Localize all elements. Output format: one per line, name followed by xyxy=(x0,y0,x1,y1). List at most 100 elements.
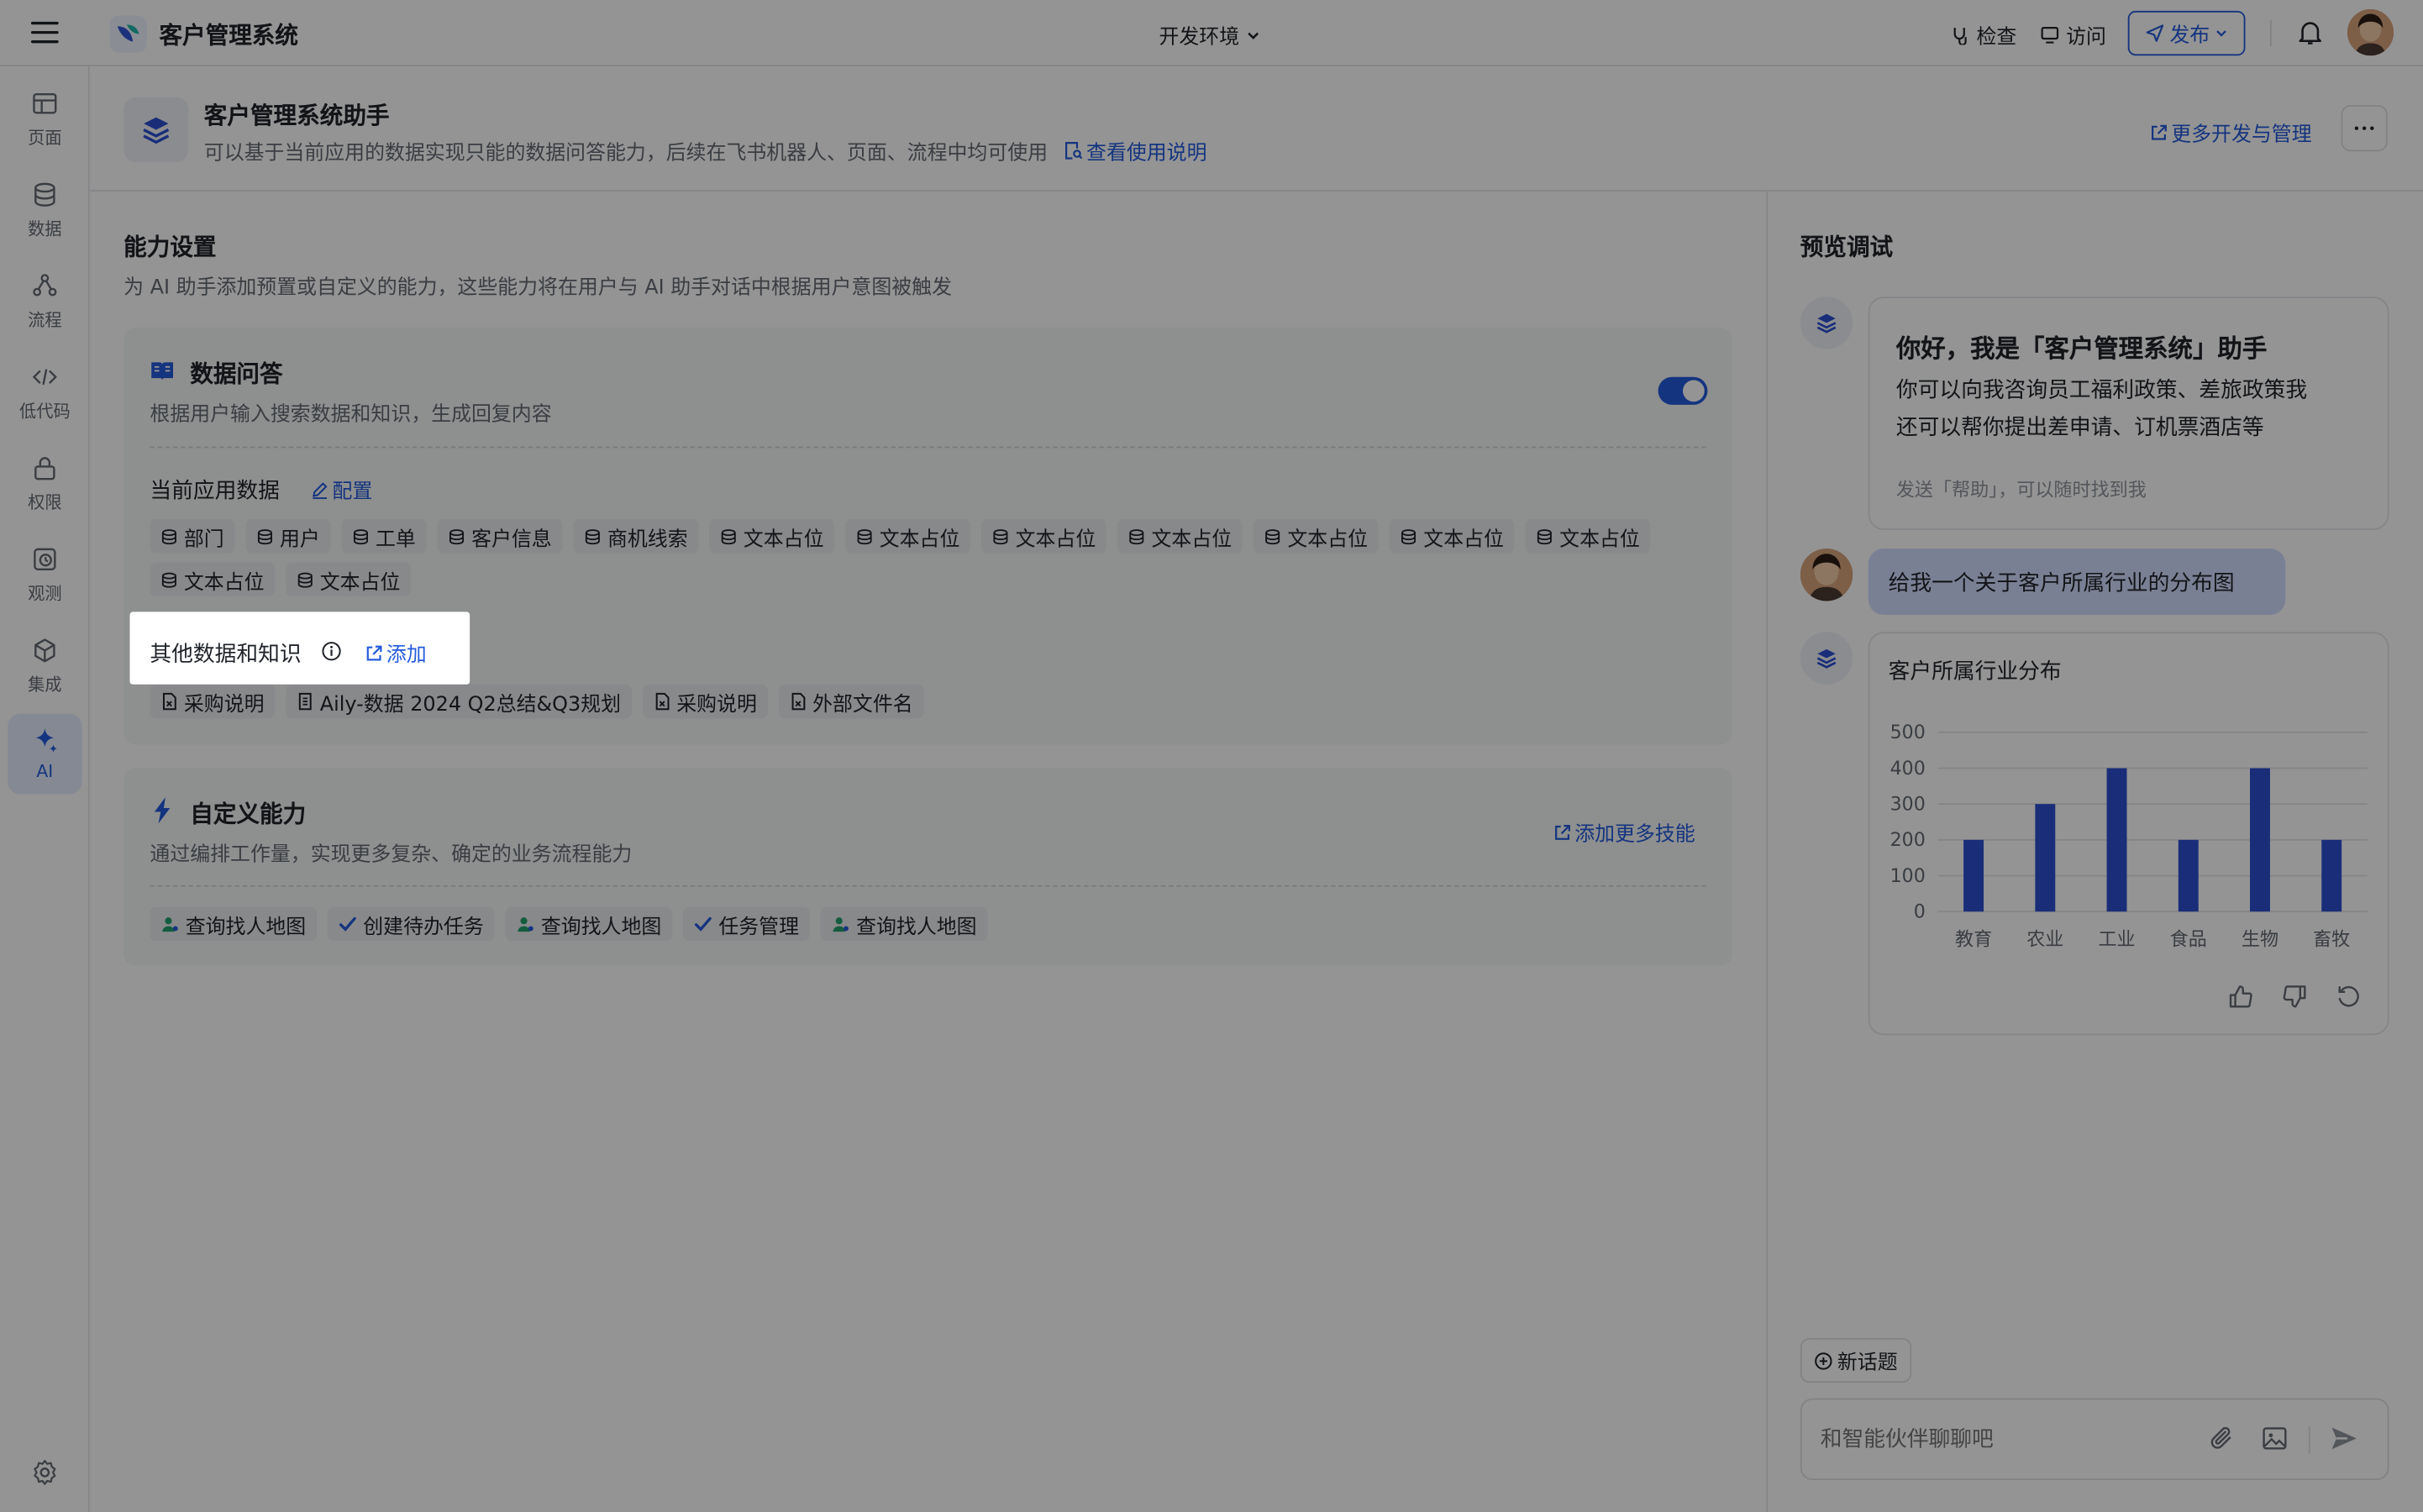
more-dev-link[interactable]: 更多开发与管理 xyxy=(2149,118,2312,147)
thumbs-up-icon[interactable] xyxy=(2226,983,2254,1011)
sidebar-item-observe[interactable]: 观测 xyxy=(8,534,81,615)
new-topic-button[interactable]: 新话题 xyxy=(1800,1337,1912,1383)
image-icon[interactable] xyxy=(2261,1425,2289,1452)
edit-icon xyxy=(311,480,329,499)
check-button[interactable]: 检查 xyxy=(1950,20,2016,50)
chart-bubble: 客户所属行业分布 0 100 200 300 400 500 教育 农业 工业 食品 生物 畜牧 xyxy=(1868,632,2389,1036)
sidebar-item-lowcode[interactable]: 低代码 xyxy=(8,352,81,433)
chart-bar[interactable] xyxy=(2106,768,2127,912)
sidebar-item-integration[interactable]: 集成 xyxy=(8,626,81,706)
chart-x-tick-label: 工业 xyxy=(2098,930,2135,951)
assistant-header: 客户管理系统助手 可以基于当前应用的数据实现只能的数据问答能力，后续在飞书机器人… xyxy=(89,66,2423,192)
add-knowledge-link[interactable]: 添加 xyxy=(365,638,427,668)
data-table-chip[interactable]: 文本占位 xyxy=(286,562,412,596)
data-table-chip[interactable]: 文本占位 xyxy=(150,562,276,596)
check-label: 检查 xyxy=(1976,26,2017,50)
doc-chip[interactable]: 采购说明 xyxy=(642,684,768,719)
doc-link[interactable]: 查看使用说明 xyxy=(1063,136,1207,165)
chat-input-box[interactable] xyxy=(1800,1398,2389,1481)
section-divider xyxy=(150,446,1706,449)
data-table-chip[interactable]: 用户 xyxy=(245,519,331,554)
chart-bar[interactable] xyxy=(2035,804,2056,912)
plus-circle-icon xyxy=(1814,1351,1832,1369)
send-arrow-icon[interactable] xyxy=(2329,1423,2360,1454)
paperclip-icon[interactable] xyxy=(2208,1425,2236,1452)
data-table-chip[interactable]: 工单 xyxy=(341,519,427,554)
refresh-icon[interactable] xyxy=(2335,983,2363,1011)
settings-gear-icon[interactable] xyxy=(31,1458,59,1486)
chat-input[interactable] xyxy=(1820,1421,2192,1459)
sidebar-item-ai[interactable]: AI xyxy=(8,713,82,795)
app-name: 客户管理系统 xyxy=(159,21,299,50)
chip-label: 文本占位 xyxy=(1287,528,1369,551)
data-table-chip[interactable]: 文本占位 xyxy=(709,519,835,554)
sidebar-item-label: 页面 xyxy=(28,127,62,148)
bell-icon[interactable] xyxy=(2296,18,2324,46)
skill-chip[interactable]: 查询找人地图 xyxy=(150,906,318,942)
more-dev-label: 更多开发与管理 xyxy=(2171,123,2312,147)
data-table-chip[interactable]: 文本占位 xyxy=(1389,519,1515,554)
chart-bar[interactable] xyxy=(1963,839,1984,912)
data-table-chip[interactable]: 文本占位 xyxy=(845,519,971,554)
preview-panel: 预览调试 你好，我是「客户管理系统」助手 你可以向我咨询员工福利政策、差旅政策我… xyxy=(1766,192,2423,1512)
current-data-label: 当前应用数据 xyxy=(150,479,280,504)
more-options-button[interactable] xyxy=(2341,105,2388,152)
doc-chip[interactable]: 外部文件名 xyxy=(778,684,924,719)
data-table-chip[interactable]: 文本占位 xyxy=(1117,519,1243,554)
chart-bar[interactable] xyxy=(2250,768,2270,912)
file-icon xyxy=(655,692,670,711)
chart-y-tick-label: 400 xyxy=(1890,759,1926,780)
chip-label: 用户 xyxy=(279,528,320,551)
chip-label: 采购说明 xyxy=(183,692,265,717)
chip-label: 文本占位 xyxy=(1559,528,1640,551)
chip-label: Aily-数据 2024 Q2总结&Q3规划 xyxy=(319,692,621,717)
external-link-icon xyxy=(1553,822,1571,841)
page-icon xyxy=(31,89,59,117)
skill-chip[interactable]: 任务管理 xyxy=(683,906,810,942)
monitor-icon xyxy=(2040,24,2060,45)
user-avatar xyxy=(1800,548,1853,601)
data-qa-toggle[interactable] xyxy=(1658,376,1708,405)
topbar-divider xyxy=(2269,19,2272,47)
sidebar-item-page[interactable]: 页面 xyxy=(8,79,81,160)
integration-icon xyxy=(31,636,59,664)
flow-icon xyxy=(31,271,59,299)
custom-capability-card: 自定义能力 通过编排工作量，实现更多复杂、确定的业务流程能力 添加更多技能 查询… xyxy=(124,768,1732,966)
thumbs-down-icon[interactable] xyxy=(2281,983,2309,1011)
visit-button[interactable]: 访问 xyxy=(2040,20,2106,50)
add-skill-link[interactable]: 添加更多技能 xyxy=(1553,817,1695,847)
data-table-chip[interactable]: 文本占位 xyxy=(981,519,1107,554)
sidebar-item-permission[interactable]: 权限 xyxy=(8,444,81,524)
chart-bar[interactable] xyxy=(2321,839,2342,912)
data-table-chip[interactable]: 部门 xyxy=(150,519,235,554)
doc-chip[interactable]: 采购说明 xyxy=(150,684,276,719)
chart-x-tick-label: 生物 xyxy=(2242,930,2278,951)
data-table-chip[interactable]: 商机线索 xyxy=(573,519,699,554)
chart-bar[interactable] xyxy=(2178,839,2199,912)
top-bar: 客户管理系统 开发环境 检查 访问 发布 xyxy=(0,0,2423,67)
capability-title: 能力设置 xyxy=(124,233,217,261)
people-map-icon xyxy=(162,917,178,932)
skill-chip[interactable]: 查询找人地图 xyxy=(505,906,673,942)
checkmark-icon xyxy=(695,916,712,932)
data-table-chip[interactable]: 文本占位 xyxy=(1525,519,1651,554)
skill-chip[interactable]: 创建待办任务 xyxy=(327,906,495,942)
sidebar-item-label: AI xyxy=(36,761,54,782)
chip-label: 查询找人地图 xyxy=(856,915,977,939)
sidebar-item-flow[interactable]: 流程 xyxy=(8,261,81,342)
menu-icon[interactable] xyxy=(30,20,59,45)
config-link[interactable]: 配置 xyxy=(311,475,372,504)
env-selector[interactable]: 开发环境 xyxy=(1159,20,1260,50)
add-skill-label: 添加更多技能 xyxy=(1574,823,1695,847)
database-icon xyxy=(1537,528,1553,544)
chart-y-tick-label: 300 xyxy=(1890,795,1926,816)
data-table-chip[interactable]: 文本占位 xyxy=(1253,519,1379,554)
skill-chip[interactable]: 查询找人地图 xyxy=(820,906,988,942)
info-icon[interactable] xyxy=(322,641,342,661)
user-avatar[interactable] xyxy=(2347,9,2394,56)
data-table-chip[interactable]: 客户信息 xyxy=(437,519,563,554)
sidebar-item-data[interactable]: 数据 xyxy=(8,170,81,250)
publish-button[interactable]: 发布 xyxy=(2127,10,2246,56)
doc-chip[interactable]: Aily-数据 2024 Q2总结&Q3规划 xyxy=(286,684,632,719)
chart-y-tick-label: 100 xyxy=(1890,866,1926,887)
